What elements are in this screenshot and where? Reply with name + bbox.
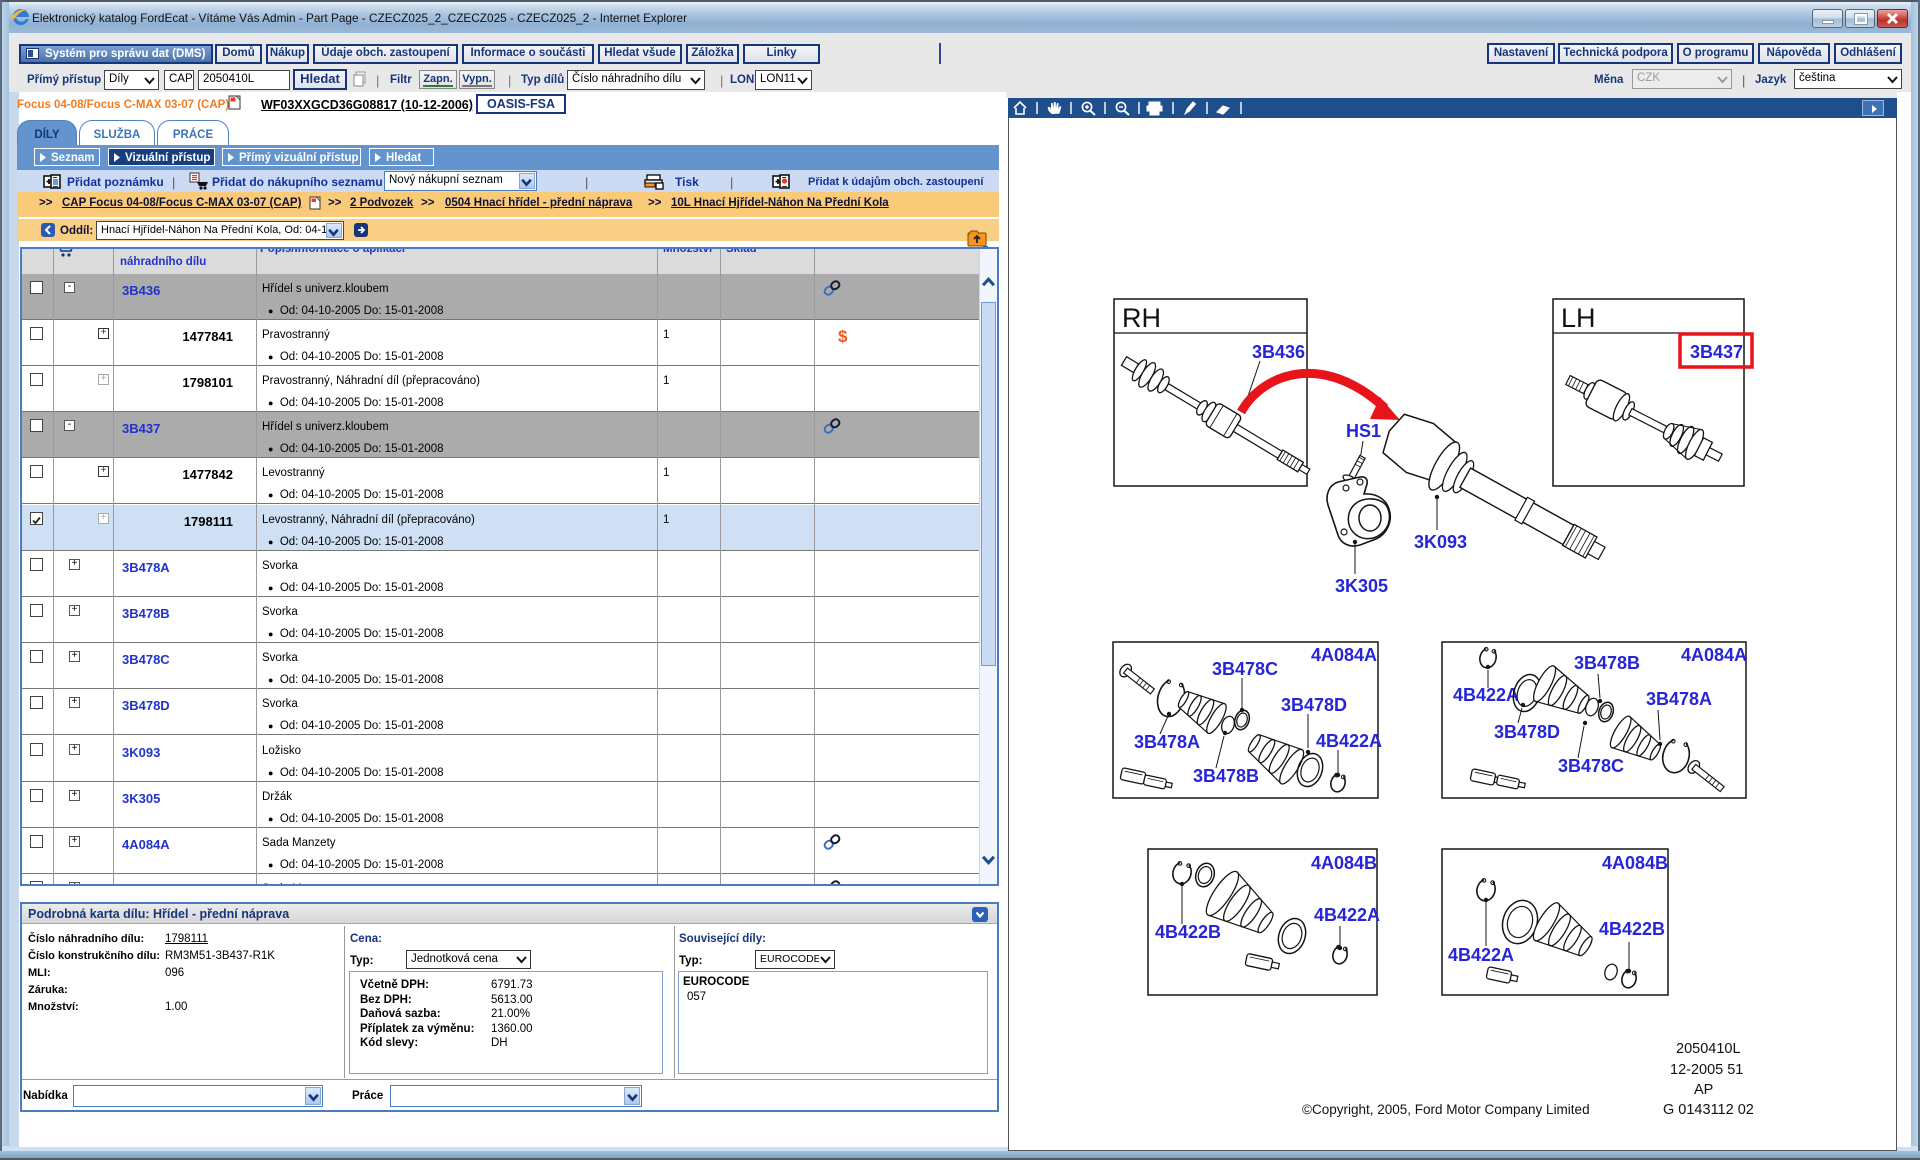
svg-text:4B422A: 4B422A: [1316, 731, 1382, 751]
svg-text:3B478A: 3B478A: [1646, 689, 1712, 709]
svg-text:3K305: 3K305: [1335, 576, 1388, 596]
svg-text:4B422A: 4B422A: [1314, 905, 1380, 925]
svg-text:3B478D: 3B478D: [1494, 722, 1560, 742]
svg-text:3B437: 3B437: [1690, 342, 1743, 362]
svg-text:AP: AP: [1694, 1082, 1713, 1098]
svg-text:3B478C: 3B478C: [1558, 756, 1624, 776]
svg-text:4B422B: 4B422B: [1155, 922, 1221, 942]
svg-text:4A084B: 4A084B: [1311, 853, 1377, 873]
svg-text:RH: RH: [1122, 303, 1161, 333]
svg-text:4B422B: 4B422B: [1599, 919, 1665, 939]
svg-text:3B478D: 3B478D: [1281, 695, 1347, 715]
svg-text:3B478C: 3B478C: [1212, 659, 1278, 679]
svg-text:4B422A: 4B422A: [1448, 945, 1514, 965]
svg-text:3B436: 3B436: [1252, 342, 1305, 362]
svg-text:12-2005 51: 12-2005 51: [1670, 1062, 1743, 1078]
svg-text:2050410L: 2050410L: [1676, 1041, 1741, 1057]
svg-text:4B422A: 4B422A: [1453, 685, 1519, 705]
svg-text:HS1: HS1: [1346, 421, 1381, 441]
svg-text:4A084A: 4A084A: [1681, 645, 1747, 665]
svg-text:3K093: 3K093: [1414, 532, 1467, 552]
svg-text:3B478B: 3B478B: [1574, 653, 1640, 673]
svg-text:LH: LH: [1561, 303, 1596, 333]
svg-text:©Copyright, 2005, Ford Motor C: ©Copyright, 2005, Ford Motor Company Lim…: [1302, 1102, 1590, 1117]
svg-text:G 0143112 02: G 0143112 02: [1663, 1102, 1754, 1118]
svg-text:3B478A: 3B478A: [1134, 732, 1200, 752]
svg-text:4A084B: 4A084B: [1602, 853, 1668, 873]
svg-text:3B478B: 3B478B: [1193, 766, 1259, 786]
svg-text:4A084A: 4A084A: [1311, 645, 1377, 665]
